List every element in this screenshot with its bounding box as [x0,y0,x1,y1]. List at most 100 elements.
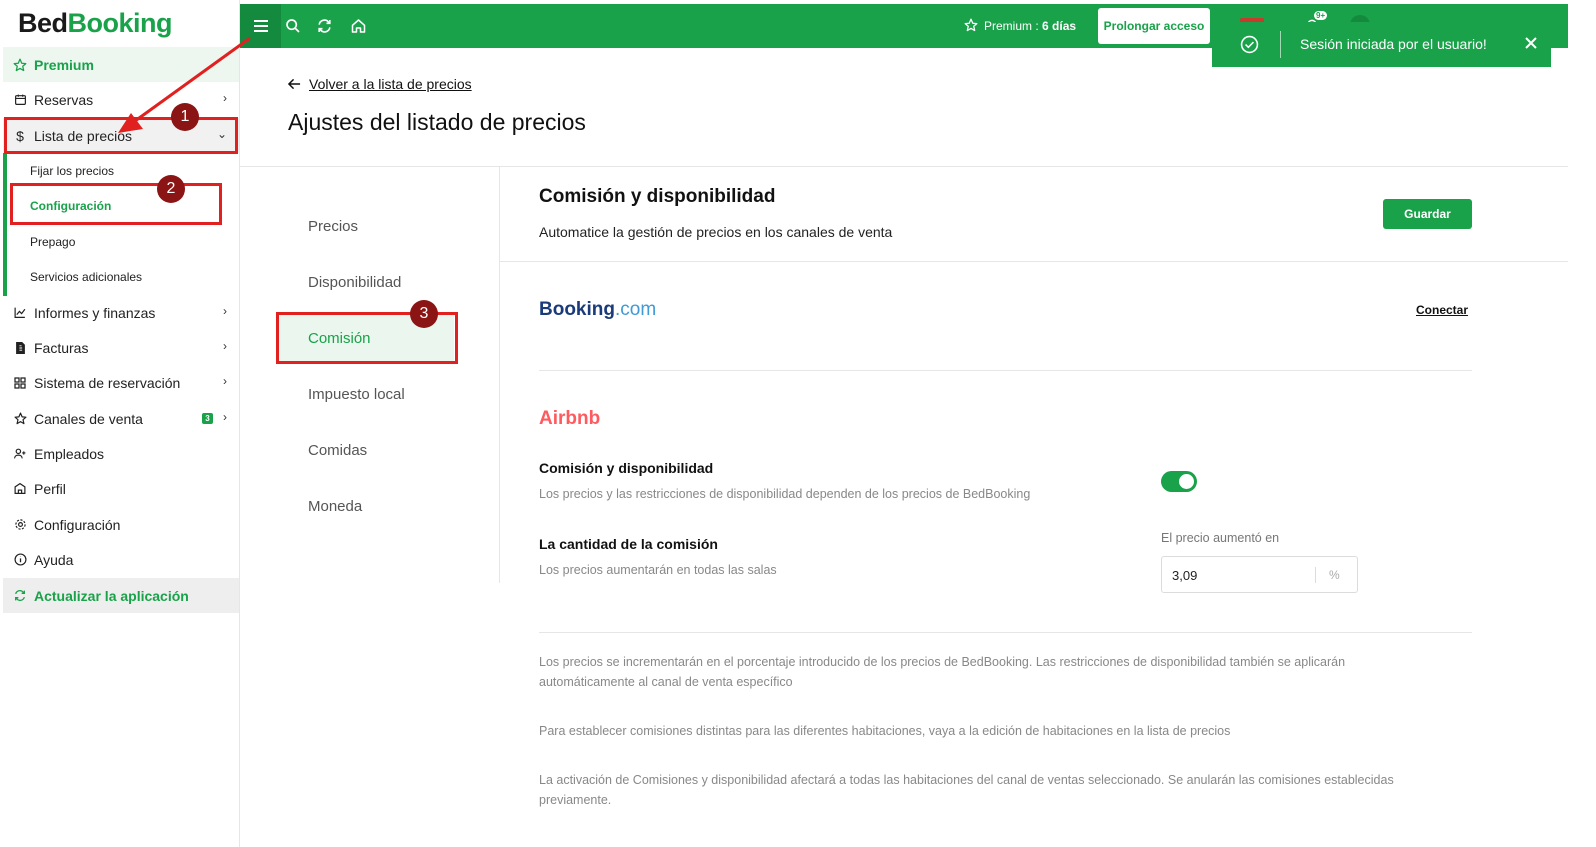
submenu-indicator [3,153,7,296]
refresh-button[interactable] [314,16,334,36]
premium-label: Premium : [984,19,1039,33]
airbnb-logo: Airbnb [539,408,601,429]
brand-part2: Booking [67,8,173,38]
sidebar-item-label: Canales de venta [34,410,143,427]
subnav-disponibilidad[interactable]: Disponibilidad [308,274,401,291]
booking-logo-part1: Booking [539,299,615,320]
subnav-comidas[interactable]: Comidas [308,442,367,459]
sidebar-item-label: Facturas [34,339,89,356]
increase-label: El precio aumentó en [1161,531,1280,545]
annotation-box-1 [4,117,238,154]
header-divider [240,166,1568,167]
toast-divider [1280,31,1281,58]
annotation-box-2 [10,183,222,225]
subnav-moneda[interactable]: Moneda [308,498,362,515]
subnav-divider [499,167,500,583]
extend-access-button[interactable]: Prolongar acceso [1098,8,1210,44]
home-button[interactable] [348,16,368,36]
search-icon [286,19,300,33]
notes-divider [539,632,1472,633]
note-3: La activación de Comisiones y disponibil… [539,773,1394,807]
commission-help-text: Los precios aumentarán en todas las sala… [539,563,777,577]
sidebar-item-sistema-reservacion[interactable]: Sistema de reservación › [3,365,239,400]
grid-icon [12,375,28,391]
star-icon [12,57,28,73]
commission-label: La cantidad de la comisión [539,536,718,552]
home-icon [351,19,365,33]
menu-toggle-button[interactable] [240,4,281,48]
sidebar-item-label: Configuración [34,516,121,533]
user-add-icon [12,446,28,462]
save-button[interactable]: Guardar [1383,199,1472,229]
chevron-right-icon: › [223,374,227,388]
sidebar-item-ayuda[interactable]: Ayuda [3,542,239,577]
sidebar-item-label: Empleados [34,445,105,462]
sidebar-item-facturas[interactable]: Facturas › [3,330,239,365]
toggle-knob [1179,474,1194,489]
sidebar-premium-label: Premium [34,56,94,73]
refresh-icon [12,588,28,604]
channel-divider [539,370,1472,371]
star-icon [12,411,28,427]
sidebar-item-actualizar[interactable]: Actualizar la aplicación [3,578,239,613]
sync-toggle[interactable] [1161,471,1197,492]
star-icon [964,18,978,32]
search-button[interactable] [283,16,303,36]
chevron-right-icon: › [223,339,227,353]
booking-logo-part2: .com [615,299,657,320]
percent-unit: % [1329,568,1340,582]
sidebar-item-label: Informes y finanzas [34,304,156,321]
chart-icon [12,305,28,321]
close-icon[interactable] [1523,35,1539,54]
count-badge: 3 [202,413,213,424]
building-icon [12,481,28,497]
sidebar-subitem-servicios[interactable]: Servicios adicionales [30,270,142,284]
sidebar-item-label: Perfil [34,480,66,497]
chevron-right-icon: › [223,410,227,424]
subnav-impuesto-local[interactable]: Impuesto local [308,386,405,403]
calendar-icon [12,92,28,108]
input-separator [1315,567,1316,583]
sidebar-item-perfil[interactable]: Perfil [3,471,239,506]
premium-days: 6 días [1042,19,1077,33]
check-circle-icon [1240,35,1259,57]
sidebar-item-label: Sistema de reservación [34,374,181,391]
annotation-number-1: 1 [171,103,199,131]
booking-logo: Booking.com [539,299,656,321]
sidebar-item-reservas[interactable]: Reservas › [3,82,239,117]
sidebar-update-label: Actualizar la aplicación [34,587,189,604]
commission-percent-input[interactable]: 3,09 % [1161,556,1358,593]
sidebar-subitem-fijar-precios[interactable]: Fijar los precios [30,164,114,178]
commission-value: 3,09 [1172,568,1198,583]
toast-message: Sesión iniciada por el usuario! [1300,36,1487,52]
sidebar-item-configuracion[interactable]: Configuración [3,507,239,542]
invoice-icon [12,340,28,356]
gear-icon [12,517,28,533]
subnav-precios[interactable]: Precios [308,218,358,235]
back-link[interactable]: Volver a la lista de precios [288,76,472,92]
note-1: Los precios se incrementarán en el porce… [539,655,1346,689]
section-divider [499,261,1568,262]
toast-notification: Sesión iniciada por el usuario! [1212,22,1551,67]
brand-logo[interactable]: BedBooking [18,8,173,39]
booking-connect-link[interactable]: Conectar [1416,303,1468,317]
refresh-icon [317,19,331,33]
note-2: Para establecer comisiones distintas par… [539,724,1231,738]
section-subtitle: Automatice la gestión de precios en los … [539,224,893,240]
back-link-label: Volver a la lista de precios [309,76,472,92]
page-title: Ajustes del listado de precios [288,109,586,135]
sidebar-item-informes[interactable]: Informes y finanzas › [3,295,239,330]
sidebar-subitem-prepago[interactable]: Prepago [30,235,75,249]
sidebar-item-empleados[interactable]: Empleados [3,436,239,471]
hamburger-icon [253,20,268,32]
sidebar-item-canales-venta[interactable]: Canales de venta 3 › [3,401,239,436]
sidebar-item-premium[interactable]: Premium [3,47,239,82]
brand-part1: Bed [18,8,68,38]
chevron-right-icon: › [223,304,227,318]
sidebar-item-label: Ayuda [34,551,74,568]
arrow-left-icon [288,78,301,90]
annotation-number-3: 3 [410,300,438,328]
annotation-number-2: 2 [157,175,185,203]
sync-help-text: Los precios y las restricciones de dispo… [539,487,1031,501]
premium-status[interactable]: Premium : 6 días [964,18,1076,33]
